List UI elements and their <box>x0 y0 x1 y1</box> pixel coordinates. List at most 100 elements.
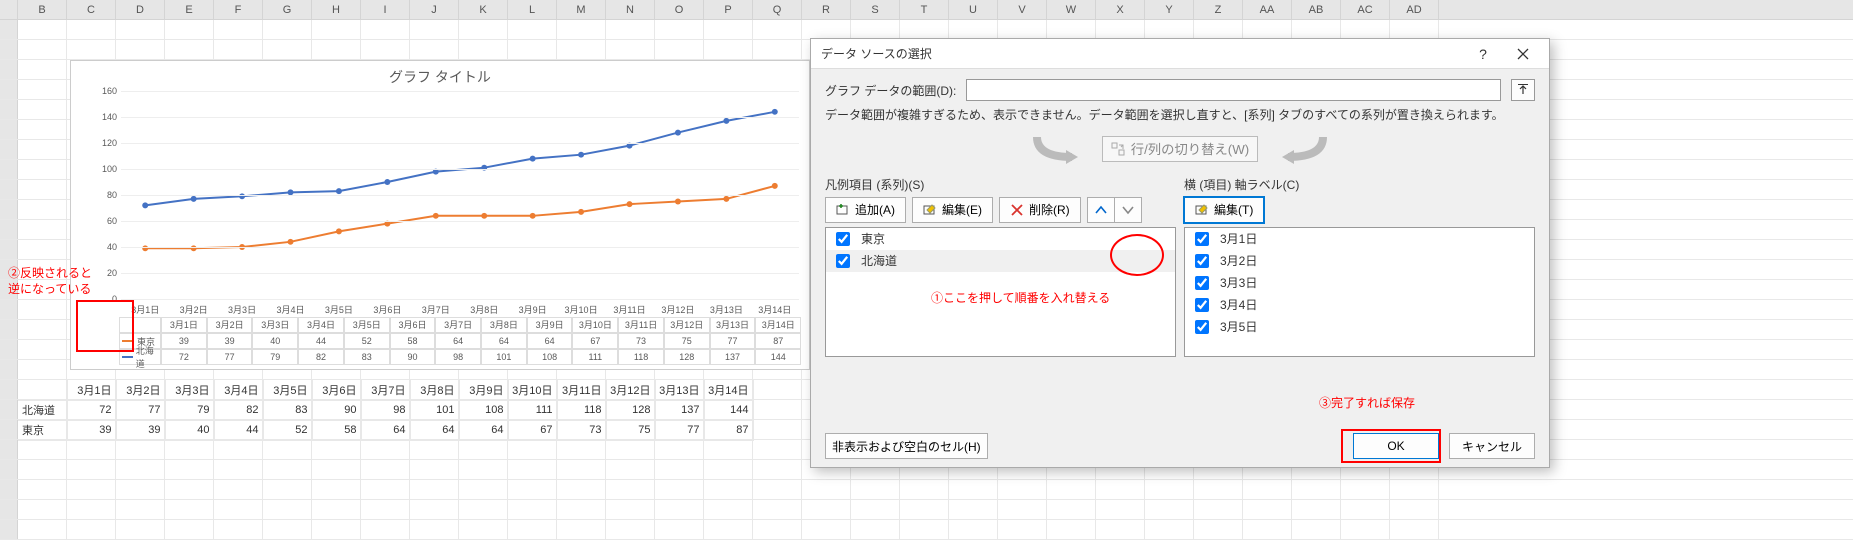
cell[interactable] <box>1096 20 1145 39</box>
axis-checkbox[interactable] <box>1195 320 1209 334</box>
cell[interactable] <box>18 340 67 359</box>
axis-checkbox[interactable] <box>1195 298 1209 312</box>
cell[interactable] <box>116 460 165 479</box>
row-header[interactable] <box>0 60 18 79</box>
cell[interactable] <box>1341 500 1390 519</box>
row-header[interactable] <box>0 140 18 159</box>
cell[interactable] <box>704 480 753 499</box>
cell[interactable] <box>508 480 557 499</box>
sheet-cell[interactable]: 118 <box>557 400 606 420</box>
series-item[interactable]: 東京 <box>826 228 1175 250</box>
sheet-cell[interactable]: 44 <box>214 420 263 440</box>
cell[interactable] <box>753 40 802 59</box>
cell[interactable] <box>18 80 67 99</box>
cell[interactable] <box>851 480 900 499</box>
cell[interactable] <box>214 500 263 519</box>
cell[interactable] <box>998 520 1047 539</box>
chart-title[interactable]: グラフ タイトル <box>71 61 809 93</box>
cell[interactable] <box>214 440 263 459</box>
cell[interactable] <box>753 380 802 399</box>
cell[interactable] <box>704 520 753 539</box>
cell[interactable] <box>753 20 802 39</box>
cell[interactable] <box>753 460 802 479</box>
cell[interactable] <box>1047 480 1096 499</box>
cell[interactable] <box>851 520 900 539</box>
axis-item[interactable]: 3月3日 <box>1185 272 1534 294</box>
sheet-cell[interactable]: 73 <box>557 420 606 440</box>
sheet-date-header[interactable]: 3月2日 <box>116 380 165 400</box>
row-header[interactable] <box>0 220 18 239</box>
cell[interactable] <box>655 460 704 479</box>
column-header[interactable]: T <box>900 0 949 19</box>
cell[interactable] <box>67 480 116 499</box>
sheet-date-header[interactable]: 3月1日 <box>67 380 116 400</box>
sheet-cell[interactable]: 128 <box>606 400 655 420</box>
cell[interactable] <box>18 160 67 179</box>
cell[interactable] <box>361 40 410 59</box>
cell[interactable] <box>1145 480 1194 499</box>
sheet-row-label[interactable]: 北海道 <box>18 400 67 420</box>
chart-data-range-input[interactable] <box>966 79 1501 101</box>
cell[interactable] <box>312 40 361 59</box>
cell[interactable] <box>214 20 263 39</box>
cell[interactable] <box>18 60 67 79</box>
column-header[interactable]: W <box>1047 0 1096 19</box>
cell[interactable] <box>802 520 851 539</box>
edit-axis-labels-button[interactable]: 編集(T) <box>1184 197 1264 223</box>
column-header[interactable]: V <box>998 0 1047 19</box>
sheet-cell[interactable]: 98 <box>361 400 410 420</box>
row-header[interactable] <box>0 440 18 459</box>
sheet-cell[interactable]: 111 <box>508 400 557 420</box>
cell[interactable] <box>606 460 655 479</box>
cell[interactable] <box>263 40 312 59</box>
cell[interactable] <box>263 500 312 519</box>
sheet-cell[interactable]: 39 <box>67 420 116 440</box>
cell[interactable] <box>1047 520 1096 539</box>
cell[interactable] <box>704 500 753 519</box>
cell[interactable] <box>263 20 312 39</box>
sheet-cell[interactable]: 40 <box>165 420 214 440</box>
cell[interactable] <box>410 500 459 519</box>
cell[interactable] <box>998 500 1047 519</box>
cell[interactable] <box>263 440 312 459</box>
sheet-cell[interactable]: 52 <box>263 420 312 440</box>
cell[interactable] <box>67 500 116 519</box>
sheet-date-header[interactable]: 3月10日 <box>508 380 557 400</box>
sheet-date-header[interactable]: 3月6日 <box>312 380 361 400</box>
column-header[interactable]: D <box>116 0 165 19</box>
row-header[interactable] <box>0 200 18 219</box>
sheet-cell[interactable]: 83 <box>263 400 312 420</box>
row-header[interactable] <box>0 160 18 179</box>
cell[interactable] <box>1145 500 1194 519</box>
cell[interactable] <box>753 500 802 519</box>
row-header[interactable] <box>0 40 18 59</box>
sheet-date-header[interactable]: 3月7日 <box>361 380 410 400</box>
cell[interactable] <box>1243 20 1292 39</box>
cell[interactable] <box>508 440 557 459</box>
cell[interactable] <box>410 480 459 499</box>
column-header[interactable]: Z <box>1194 0 1243 19</box>
row-header[interactable] <box>0 380 18 399</box>
cell[interactable] <box>18 220 67 239</box>
row-header[interactable] <box>0 360 18 379</box>
cell[interactable] <box>1194 480 1243 499</box>
cell[interactable] <box>753 520 802 539</box>
cell[interactable] <box>606 40 655 59</box>
cell[interactable] <box>214 480 263 499</box>
cell[interactable] <box>1243 480 1292 499</box>
row-header[interactable] <box>0 300 18 319</box>
edit-series-button[interactable]: 編集(E) <box>912 197 993 223</box>
cell[interactable] <box>18 120 67 139</box>
cell[interactable] <box>18 40 67 59</box>
cell[interactable] <box>18 180 67 199</box>
cell[interactable] <box>116 440 165 459</box>
sheet-date-header[interactable]: 3月11日 <box>557 380 606 400</box>
cell[interactable] <box>67 440 116 459</box>
cell[interactable] <box>312 480 361 499</box>
sheet-cell[interactable]: 101 <box>410 400 459 420</box>
cell[interactable] <box>1096 500 1145 519</box>
cell[interactable] <box>606 480 655 499</box>
cell[interactable] <box>1243 500 1292 519</box>
ok-button[interactable]: OK <box>1353 433 1439 459</box>
row-header[interactable] <box>0 420 18 439</box>
